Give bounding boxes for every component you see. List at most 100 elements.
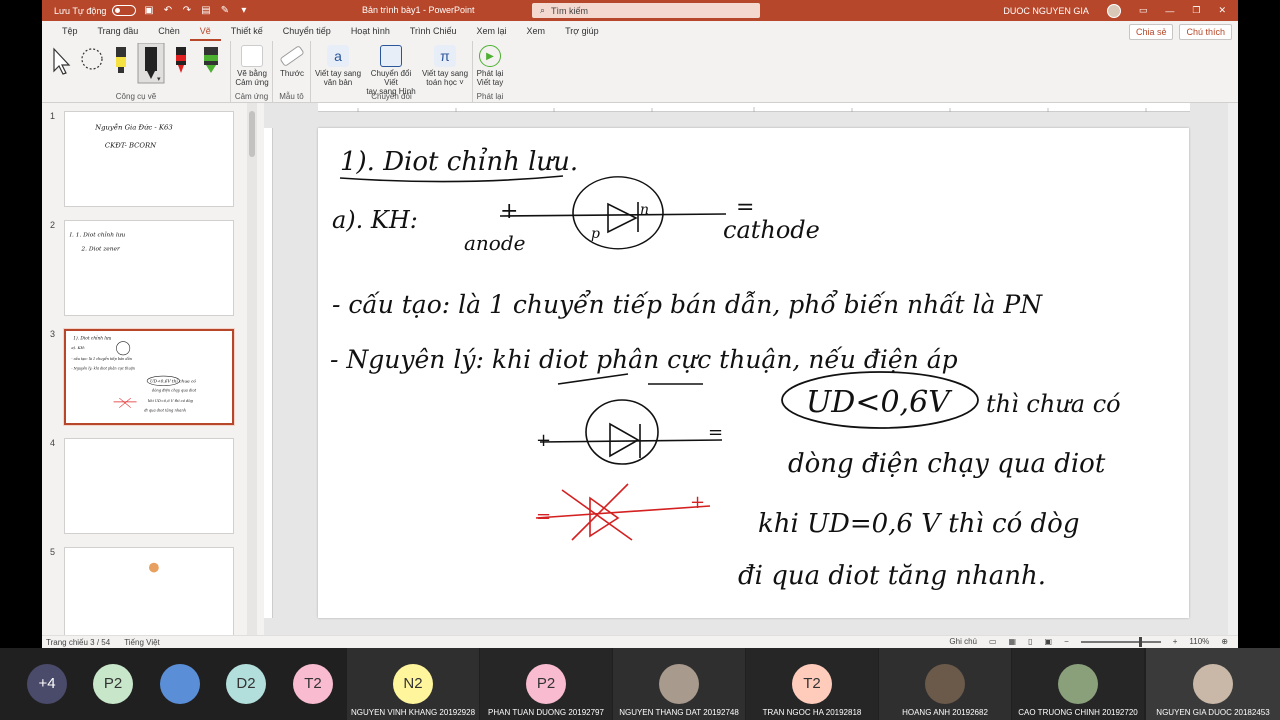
group-label-replay: Phát lại [476,92,504,101]
normal-view-icon[interactable]: ▭ [989,637,997,646]
ruler-button[interactable]: Thước [275,45,309,78]
undo-icon[interactable]: ↶ [161,5,174,16]
editor-scrollbar[interactable] [1228,103,1238,635]
principle-line-3: khi UD=0,6 V thì có dòg [758,509,1079,539]
slide-thumbnail-2[interactable]: I. 1. Diot chỉnh lưu 2. Diot zener [64,220,234,316]
group-stencils: Thước Mẫu tô [273,41,311,103]
highlighter-yellow-icon[interactable] [116,47,126,73]
participant-tile[interactable]: T2 [293,648,333,720]
zoom-slider[interactable] [1080,636,1161,647]
participant-overflow[interactable]: +4 [27,648,67,720]
tab-animations[interactable]: Hoạt hình [341,21,400,41]
share-button[interactable]: Chia sẻ [1128,24,1174,40]
svg-text:UD<0,6V thì chưa có: UD<0,6V thì chưa có [150,379,196,385]
thumb-3-content: 1). Diot chỉnh lưu a). KH: - cấu tạo: là… [71,336,196,413]
comments-button[interactable]: Chú thích [1179,24,1232,40]
slide-thumbnail-1[interactable]: Nguyễn Gia Đức - K63 CKĐT- BCORN [64,111,234,207]
tab-draw[interactable]: Vẽ [189,21,221,41]
avatar-photo [1193,664,1233,704]
tab-file[interactable]: Tệp [52,21,88,41]
ribbon-display-icon[interactable]: ▭ [1139,5,1148,16]
forward-diode-symbol [539,399,723,465]
zoom-level[interactable]: 110% [1189,637,1209,646]
kh-label: a). KH: [332,206,418,234]
avatar: T2 [293,664,333,704]
zoom-in-icon[interactable]: + [1173,637,1178,646]
ribbon-tabs: Tệp Trang đầu Chèn Vẽ Thiết kế Chuyển ti… [42,21,1238,41]
svg-text:CKĐT- BCORN: CKĐT- BCORN [105,141,157,149]
participant-tile[interactable]: P2 [93,648,133,720]
reading-view-icon[interactable]: ▯ [1028,637,1032,646]
group-label-stencils: Mẫu tô [279,92,304,101]
pen-green-icon[interactable] [204,47,218,73]
ink-to-text-button[interactable]: a Viết tay sang văn bản [313,45,363,87]
participant-tile[interactable]: N2 NGUYEN VINH KHANG 20192928 [347,648,479,720]
slide-sorter-icon[interactable]: ▦ [1009,637,1017,646]
customize-icon[interactable]: ▾ [237,5,250,16]
user-avatar[interactable] [1106,3,1121,18]
participant-tile[interactable]: T2 TRAN NGOC HA 20192818 [746,648,878,720]
tab-home[interactable]: Trang đầu [88,21,149,41]
participant-tile[interactable]: NGUYEN THANG DAT 20192748 [613,648,745,720]
draw-touch-button[interactable]: Vẽ bằng Cảm ứng [235,45,269,87]
svg-text:2. Diot zener: 2. Diot zener [80,246,121,252]
restore-icon[interactable]: ❐ [1192,5,1200,16]
tab-help[interactable]: Trợ giúp [555,21,609,41]
principle-line: - Nguyên lý: khi diot phân cực thuận, nế… [330,345,958,374]
language-indicator[interactable]: Tiếng Việt [124,638,160,647]
fit-slide-icon[interactable]: ⊕ [1221,637,1228,646]
slide-number: 1 [50,111,56,121]
ink-to-shape-button[interactable]: Chuyển đổi Viết tay sang Hình [363,45,419,96]
tab-review[interactable]: Xem lại [467,21,517,41]
save-icon[interactable]: ▣ [142,5,155,16]
search-placeholder: Tìm kiếm [551,5,589,16]
avatar-photo [925,664,965,704]
ink-to-text-icon: a [327,45,349,67]
pen-black-selected-icon[interactable]: ▾ [137,43,165,84]
svg-text:- Nguyên lý: khi diot phân cự: - Nguyên lý: khi diot phân cực thuận [71,365,135,370]
principle-line-2: dòng điện chạy qua diot [788,449,1106,479]
diode-symbol [499,176,727,250]
pen-icon[interactable]: ✎ [218,5,231,16]
slide-thumbnail-4[interactable] [64,438,234,534]
lasso-icon[interactable] [81,48,103,70]
reverse-diode-symbol [535,483,711,541]
notes-button[interactable]: Ghi chú [949,637,977,646]
user-name[interactable]: DUOC NGUYEN GIA [1003,6,1089,16]
slide-canvas[interactable]: 1). Diot chỉnh lưu. a). KH: + = anode ca… [318,128,1189,618]
participant-tile[interactable]: P2 PHAN TUAN DUONG 20192797 [480,648,612,720]
slide-ink: 1). Diot chỉnh lưu. a). KH: + = anode ca… [330,147,1121,591]
tab-design[interactable]: Thiết kế [221,21,273,41]
tab-insert[interactable]: Chèn [148,21,190,41]
avatar: N2 [393,664,433,704]
autosave-toggle[interactable] [112,5,137,16]
group-label-drawing-tools: Công cụ vẽ [115,92,157,101]
present-icon[interactable]: ▤ [199,5,212,16]
svg-text:Nguyễn Gia Đức - K63: Nguyễn Gia Đức - K63 [94,123,173,132]
participant-tile[interactable]: HOANG ANH 20192682 [879,648,1011,720]
slideshow-icon[interactable]: ▣ [1045,637,1053,646]
tab-transitions[interactable]: Chuyển tiếp [273,21,341,41]
search-input[interactable]: ⌕ Tìm kiếm [532,3,760,18]
select-arrow-icon[interactable] [53,47,71,75]
participant-tile[interactable]: D2 [226,648,266,720]
thumbnail-scrollbar[interactable] [247,103,257,635]
slide-thumbnail-3-selected[interactable]: 1). Diot chỉnh lưu a). KH: - cấu tạo: là… [63,328,235,426]
ink-replay-button[interactable]: ▶ Phát lại Viết tay [475,45,505,87]
participant-tile[interactable]: CAO TRUONG CHINH 20192720 [1012,648,1144,720]
redo-icon[interactable]: ↷ [180,5,193,16]
slide-number: 3 [50,329,56,339]
ink-to-math-button[interactable]: π Viết tay sang toán học ˅ [419,45,471,87]
participant-tile[interactable] [160,648,200,720]
zoom-out-icon[interactable]: − [1064,637,1069,646]
slide-thumbnail-5[interactable] [64,547,234,643]
tab-view[interactable]: Xem [517,21,556,41]
participant-tile-self[interactable]: NGUYEN GIA DUOC 20182453 [1146,648,1280,720]
tab-slideshow[interactable]: Trình Chiếu [400,21,467,41]
principle-line-4: đi qua diot tăng nhanh. [738,561,1046,591]
minimize-icon[interactable]: — [1165,6,1174,16]
pen-red-icon[interactable] [176,47,186,73]
close-icon[interactable]: ✕ [1218,5,1226,16]
avatar-photo [659,664,699,704]
ribbon: ▾ Công cụ vẽ Vẽ bằng Cảm ứng Cảm ứng Thư… [42,41,1238,103]
